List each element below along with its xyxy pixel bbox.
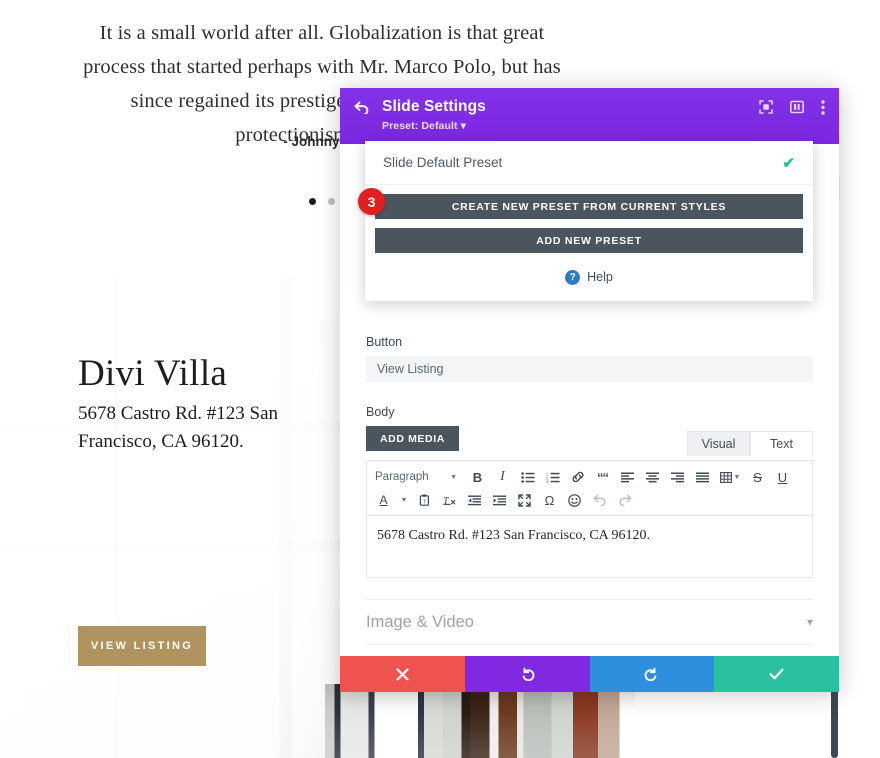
question-mark-icon: ? (565, 269, 581, 285)
body-field-label: Body (366, 405, 395, 419)
create-new-preset-button[interactable]: CREATE NEW PRESET FROM CURRENT STYLES (375, 194, 803, 219)
fullscreen-icon[interactable] (514, 490, 535, 510)
chevron-down-icon: ▼ (450, 473, 457, 481)
help-label: Help (587, 270, 613, 284)
text-color-caret-icon[interactable]: ▼ (398, 490, 410, 510)
editor-toolbar: Paragraph ▼ B I 123 ““ ▼ S U A ▼ T T Ω (366, 460, 813, 515)
undo-button[interactable] (464, 656, 590, 692)
align-center-icon[interactable] (642, 467, 663, 487)
strikethrough-icon[interactable]: S (747, 467, 768, 487)
paragraph-format-label: Paragraph (375, 471, 429, 483)
tab-visual[interactable]: Visual (687, 431, 750, 456)
chevron-down-icon: ▾ (806, 615, 813, 629)
bullet-list-icon[interactable] (517, 467, 538, 487)
slider-dot-2[interactable] (328, 198, 335, 205)
button-text-input[interactable] (366, 356, 813, 382)
add-new-preset-button[interactable]: ADD NEW PRESET (375, 228, 803, 253)
indent-icon[interactable] (489, 490, 510, 510)
screenshot-root: It is a small world after all. Globaliza… (0, 0, 880, 758)
button-field-label: Button (366, 335, 403, 349)
italic-icon[interactable]: I (492, 467, 513, 487)
panel-header-icons (759, 99, 825, 115)
emoji-icon[interactable] (564, 490, 585, 510)
svg-text:T: T (423, 500, 426, 506)
house-photo-strip (325, 684, 635, 758)
link-icon[interactable] (567, 467, 588, 487)
back-arrow-icon[interactable] (354, 97, 376, 117)
redo-button[interactable] (589, 656, 715, 692)
numbered-list-icon[interactable]: 123 (542, 467, 563, 487)
property-address: 5678 Castro Rd. #123 San Francisco, CA 9… (78, 403, 279, 452)
body-content-editor[interactable]: 5678 Castro Rd. #123 San Francisco, CA 9… (366, 515, 813, 578)
editor-toolbar-row-2: A ▼ T T Ω (373, 489, 806, 511)
bold-icon[interactable]: B (467, 467, 488, 487)
panel-header: Slide Settings Preset: Default ▾ (340, 88, 839, 144)
undo-icon[interactable] (589, 490, 610, 510)
svg-text:3: 3 (546, 480, 548, 483)
paragraph-format-select[interactable]: Paragraph ▼ (373, 467, 461, 487)
special-character-icon[interactable]: Ω (539, 490, 560, 510)
text-color-icon[interactable]: A (373, 490, 394, 510)
property-title: Divi Villa (78, 353, 228, 394)
preset-item-label: Slide Default Preset (383, 155, 503, 170)
step-badge-3: 3 (358, 188, 385, 215)
add-media-button[interactable]: ADD MEDIA (366, 426, 459, 451)
preset-item-slide-default[interactable]: Slide Default Preset ✔ (365, 141, 813, 185)
preset-dropdown: Slide Default Preset ✔ CREATE NEW PRESET… (365, 141, 813, 301)
align-justify-icon[interactable] (692, 467, 713, 487)
kebab-menu-icon[interactable] (821, 99, 825, 115)
tab-text[interactable]: Text (750, 431, 813, 456)
align-left-icon[interactable] (617, 467, 638, 487)
rich-text-editor: Visual Text Paragraph ▼ B I 1 2 3 ““ ▼ S… (366, 431, 813, 578)
panel-action-bar (340, 656, 839, 692)
outdent-icon[interactable] (464, 490, 485, 510)
preset-selector-label: Preset: Default (382, 120, 458, 132)
align-right-icon[interactable] (667, 467, 688, 487)
slider-dot-1[interactable] (309, 198, 316, 205)
focus-target-icon[interactable] (759, 100, 773, 114)
redo-icon[interactable] (614, 490, 635, 510)
table-caret-icon: ▼ (733, 473, 741, 481)
blockquote-icon[interactable]: ““ (592, 467, 613, 487)
clear-formatting-icon[interactable]: T (439, 490, 460, 510)
paste-as-text-icon[interactable]: T (414, 490, 435, 510)
underline-icon[interactable]: U (772, 467, 793, 487)
accordion-image-video[interactable]: Image & Video ▾ (366, 599, 813, 644)
help-link[interactable]: ? Help (365, 253, 813, 301)
editor-mode-tabs: Visual Text (687, 431, 813, 456)
check-icon: ✔ (782, 154, 795, 172)
cancel-button[interactable] (340, 656, 465, 692)
view-listing-button[interactable]: VIEW LISTING (78, 626, 206, 666)
editor-toolbar-row-1: Paragraph ▼ B I 123 ““ ▼ S U (373, 466, 806, 488)
preset-caret-icon: ▾ (460, 120, 467, 132)
split-layout-icon[interactable] (790, 100, 804, 114)
table-icon[interactable]: ▼ (717, 467, 743, 487)
accordion-image-video-label: Image & Video (366, 612, 474, 631)
preset-selector[interactable]: Preset: Default ▾ (382, 120, 825, 132)
save-button[interactable] (714, 656, 839, 692)
slide-settings-panel: Slide Settings Preset: Default ▾ Slide D… (340, 88, 839, 692)
panel-title: Slide Settings (382, 98, 486, 115)
accordion-link[interactable]: Link ▾ (366, 644, 813, 656)
